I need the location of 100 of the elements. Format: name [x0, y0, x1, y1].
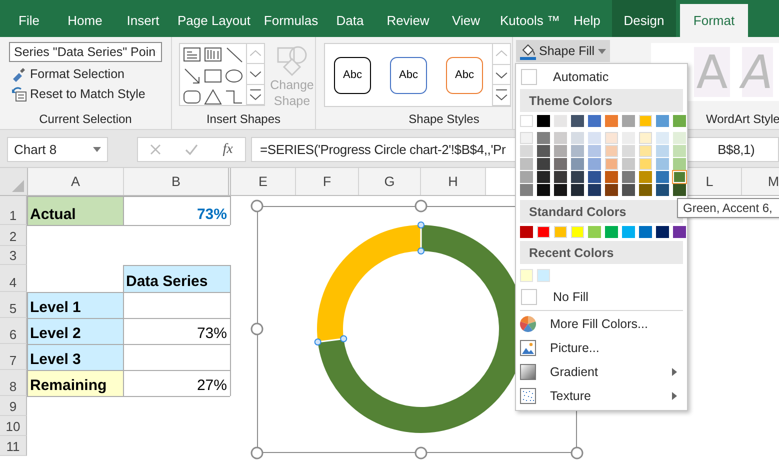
color-swatch[interactable] — [639, 115, 652, 127]
arrow-icon[interactable] — [182, 66, 202, 86]
column-header[interactable]: A — [28, 168, 124, 195]
color-swatch[interactable] — [673, 158, 686, 170]
automatic-color-item[interactable]: Automatic — [516, 65, 691, 89]
reset-style-button[interactable]: Reset to Match Style — [11, 86, 171, 102]
color-swatch[interactable] — [520, 171, 533, 183]
color-swatch[interactable] — [656, 158, 669, 170]
color-swatch[interactable] — [622, 115, 635, 127]
row-header[interactable]: 10 — [0, 416, 27, 436]
select-all-icon[interactable] — [12, 180, 24, 192]
color-swatch[interactable] — [537, 115, 550, 127]
check-icon[interactable] — [185, 144, 198, 155]
color-swatch[interactable] — [605, 145, 618, 157]
style-preset[interactable]: Abc — [390, 56, 427, 94]
column-header[interactable]: F — [296, 168, 359, 195]
color-swatch[interactable] — [537, 132, 550, 144]
ribbon-tab[interactable]: Home — [52, 0, 118, 37]
row-header[interactable]: 7 — [0, 344, 27, 370]
menu-item[interactable]: Gradient — [516, 360, 687, 384]
color-swatch[interactable] — [605, 132, 618, 144]
color-swatch[interactable] — [673, 226, 686, 238]
style-preset[interactable]: Abc — [446, 56, 483, 94]
column-header[interactable]: H — [421, 168, 486, 195]
selection-handle[interactable] — [418, 222, 424, 228]
color-swatch[interactable] — [571, 158, 584, 170]
color-swatch[interactable] — [571, 171, 584, 183]
color-swatch[interactable] — [639, 226, 652, 238]
ribbon-tab[interactable]: Data — [322, 0, 378, 37]
color-swatch[interactable] — [571, 226, 584, 238]
ribbon-tab[interactable]: Formulas — [260, 0, 322, 37]
color-swatch[interactable] — [554, 132, 567, 144]
ribbon-tab[interactable]: View — [438, 0, 494, 37]
menu-item[interactable]: Texture — [516, 384, 687, 408]
color-swatch[interactable] — [639, 184, 652, 196]
color-swatch[interactable] — [605, 184, 618, 196]
color-swatch[interactable] — [571, 115, 584, 127]
color-swatch[interactable] — [622, 158, 635, 170]
color-swatch[interactable] — [537, 158, 550, 170]
color-swatch[interactable] — [673, 115, 686, 127]
color-swatch[interactable] — [588, 132, 601, 144]
color-swatch[interactable] — [554, 145, 567, 157]
color-swatch[interactable] — [673, 184, 686, 196]
selection-handle[interactable] — [418, 248, 424, 254]
shape-fill-button[interactable]: Shape Fill — [516, 40, 610, 62]
color-swatch[interactable] — [537, 145, 550, 157]
color-swatch[interactable] — [571, 184, 584, 196]
color-swatch[interactable] — [656, 171, 669, 183]
color-swatch[interactable] — [588, 158, 601, 170]
color-swatch[interactable] — [520, 115, 533, 127]
color-swatch[interactable] — [554, 115, 567, 127]
color-swatch[interactable] — [520, 269, 533, 282]
name-box[interactable]: Chart 8 — [7, 137, 108, 162]
row-header[interactable]: 2 — [0, 225, 27, 246]
color-swatch[interactable] — [520, 158, 533, 170]
resize-handle[interactable] — [250, 322, 264, 336]
resize-handle[interactable] — [414, 446, 428, 460]
color-swatch[interactable] — [605, 226, 618, 238]
color-swatch[interactable] — [605, 171, 618, 183]
color-swatch[interactable] — [673, 132, 686, 144]
resize-handle[interactable] — [414, 199, 428, 213]
color-swatch[interactable] — [622, 184, 635, 196]
menu-item[interactable]: More Fill Colors... — [516, 312, 687, 336]
selection-dropdown[interactable]: Series "Data Series" Poin — [9, 42, 162, 62]
ribbon-tab[interactable]: Insert — [118, 0, 168, 37]
color-swatch[interactable] — [554, 158, 567, 170]
color-swatch[interactable] — [520, 132, 533, 144]
color-swatch[interactable] — [605, 158, 618, 170]
ribbon-tab[interactable]: File — [6, 0, 52, 37]
ribbon-tab[interactable]: Page Layout — [168, 0, 260, 37]
ribbon-tab[interactable]: Review — [378, 0, 438, 37]
column-header[interactable]: G — [359, 168, 421, 195]
column-header[interactable]: E — [231, 168, 296, 195]
row-header[interactable]: 6 — [0, 318, 27, 344]
color-swatch[interactable] — [622, 171, 635, 183]
cancel-icon[interactable] — [150, 144, 162, 155]
row-header[interactable]: 9 — [0, 396, 27, 416]
format-selection-button[interactable]: Format Selection — [11, 66, 171, 82]
color-swatch[interactable] — [673, 171, 686, 183]
column-header[interactable]: B — [124, 168, 231, 195]
color-swatch[interactable] — [520, 145, 533, 157]
ribbon-tab[interactable]: Format — [680, 4, 748, 37]
color-swatch[interactable] — [588, 171, 601, 183]
color-swatch[interactable] — [588, 184, 601, 196]
color-swatch[interactable] — [622, 132, 635, 144]
ribbon-tab[interactable]: Help — [566, 0, 608, 37]
color-swatch[interactable] — [588, 145, 601, 157]
color-swatch[interactable] — [639, 132, 652, 144]
column-header[interactable]: M — [742, 168, 779, 195]
triangle-icon[interactable] — [203, 87, 223, 107]
row-header[interactable]: 3 — [0, 246, 27, 265]
resize-handle[interactable] — [250, 446, 264, 460]
color-swatch[interactable] — [520, 184, 533, 196]
row-header[interactable]: 11 — [0, 436, 27, 456]
color-swatch[interactable] — [554, 184, 567, 196]
color-swatch[interactable] — [571, 132, 584, 144]
color-swatch[interactable] — [656, 226, 669, 238]
color-swatch[interactable] — [622, 145, 635, 157]
color-swatch[interactable] — [588, 115, 601, 127]
color-swatch[interactable] — [537, 184, 550, 196]
